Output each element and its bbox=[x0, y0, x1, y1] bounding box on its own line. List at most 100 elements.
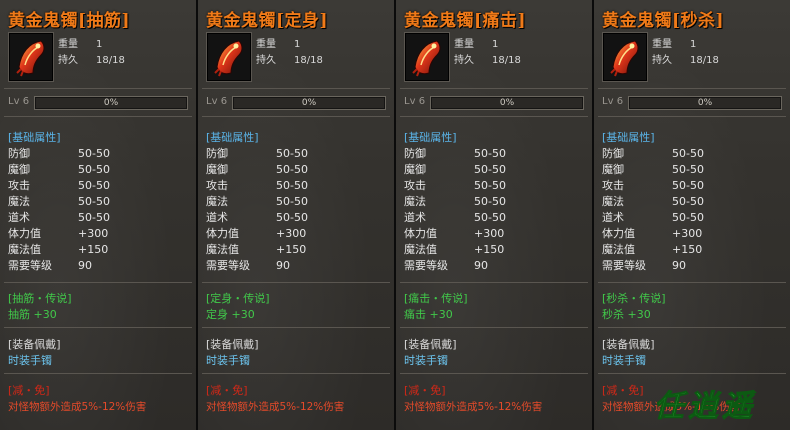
equip-value: 时装手镯 bbox=[206, 354, 250, 367]
stat-value: 50-50 bbox=[672, 211, 704, 224]
stat-value: +300 bbox=[276, 227, 307, 240]
stat-name: 魔御 bbox=[206, 163, 228, 176]
skill-header: [定身・传说] bbox=[206, 292, 270, 305]
durability-value: 18/18 bbox=[96, 55, 125, 66]
stat-value: 50-50 bbox=[78, 163, 110, 176]
weight-value: 1 bbox=[492, 39, 499, 50]
stat-row: 魔法 50-50 bbox=[602, 193, 704, 209]
level-label: Lv 6 bbox=[8, 96, 29, 107]
equip-value: 时装手镯 bbox=[404, 354, 448, 367]
stat-row: 魔法值 +150 bbox=[602, 241, 702, 257]
stat-name: 道术 bbox=[206, 211, 228, 224]
durability-label: 持久 bbox=[652, 55, 672, 66]
level-progress-bar: 0% bbox=[628, 96, 782, 110]
divider bbox=[202, 373, 390, 374]
stat-value: 50-50 bbox=[78, 195, 110, 208]
stat-name: 魔法 bbox=[602, 195, 624, 208]
stat-name: 需要等级 bbox=[602, 259, 646, 272]
equip-header: [装备佩戴] bbox=[404, 338, 457, 351]
stat-value: +300 bbox=[474, 227, 505, 240]
item-title: 黄金鬼镯[定身] bbox=[206, 11, 329, 31]
divider bbox=[598, 373, 786, 374]
stat-value: 50-50 bbox=[78, 147, 110, 160]
divider bbox=[202, 88, 390, 89]
level-value: 6 bbox=[220, 96, 228, 107]
weight-value: 1 bbox=[96, 39, 103, 50]
stat-value: 50-50 bbox=[276, 211, 308, 224]
stat-value: 90 bbox=[78, 259, 92, 272]
stat-row: 攻击 50-50 bbox=[8, 177, 110, 193]
stat-value: 50-50 bbox=[276, 163, 308, 176]
bracelet-icon[interactable] bbox=[206, 32, 252, 82]
level-prefix: Lv bbox=[8, 96, 20, 107]
durability-value: 18/18 bbox=[492, 55, 521, 66]
stat-row: 防御 50-50 bbox=[602, 145, 704, 161]
stat-value: 50-50 bbox=[276, 195, 308, 208]
stat-name: 魔御 bbox=[404, 163, 426, 176]
item-title: 黄金鬼镯[痛击] bbox=[404, 11, 527, 31]
stat-value: 50-50 bbox=[276, 147, 308, 160]
weight-label: 重量 bbox=[454, 39, 474, 50]
stat-row: 魔御 50-50 bbox=[404, 161, 506, 177]
level-label: Lv 6 bbox=[602, 96, 623, 107]
equip-value: 时装手镯 bbox=[8, 354, 52, 367]
stat-row: 攻击 50-50 bbox=[404, 177, 506, 193]
divider bbox=[400, 88, 588, 89]
stat-value: 50-50 bbox=[474, 147, 506, 160]
effect-header: [减・免] bbox=[8, 384, 50, 397]
stat-value: 50-50 bbox=[672, 147, 704, 160]
durability-row: 持久 18/18 bbox=[58, 51, 125, 66]
stat-row: 魔法值 +150 bbox=[206, 241, 306, 257]
stat-name: 防御 bbox=[8, 147, 30, 160]
stat-row: 魔法 50-50 bbox=[8, 193, 110, 209]
level-progress-bar: 0% bbox=[232, 96, 386, 110]
divider bbox=[400, 282, 588, 283]
stat-value: 50-50 bbox=[276, 179, 308, 192]
level-label: Lv 6 bbox=[404, 96, 425, 107]
stat-name: 攻击 bbox=[404, 179, 426, 192]
stat-name: 体力值 bbox=[602, 227, 635, 240]
level-prefix: Lv bbox=[404, 96, 416, 107]
stat-value: 50-50 bbox=[474, 163, 506, 176]
level-value: 6 bbox=[22, 96, 30, 107]
equip-header: [装备佩戴] bbox=[8, 338, 61, 351]
stat-value: 50-50 bbox=[474, 195, 506, 208]
bracelet-icon[interactable] bbox=[8, 32, 54, 82]
stat-row: 魔御 50-50 bbox=[8, 161, 110, 177]
stat-name: 防御 bbox=[206, 147, 228, 160]
equip-header: [装备佩戴] bbox=[602, 338, 655, 351]
skill-value: 秒杀 +30 bbox=[602, 308, 651, 321]
divider bbox=[598, 88, 786, 89]
effect-value: 对怪物额外造成5%-12%伤害 bbox=[8, 401, 147, 413]
weight-label: 重量 bbox=[652, 39, 672, 50]
stat-name: 需要等级 bbox=[404, 259, 448, 272]
stat-value: 50-50 bbox=[672, 163, 704, 176]
stat-value: 50-50 bbox=[474, 211, 506, 224]
divider bbox=[598, 327, 786, 328]
stat-name: 魔御 bbox=[8, 163, 30, 176]
weight-label: 重量 bbox=[256, 39, 276, 50]
bracelet-icon[interactable] bbox=[602, 32, 648, 82]
stat-value: +150 bbox=[672, 243, 703, 256]
stat-value: +150 bbox=[474, 243, 505, 256]
stat-row: 攻击 50-50 bbox=[602, 177, 704, 193]
divider bbox=[4, 327, 192, 328]
stat-row: 防御 50-50 bbox=[8, 145, 110, 161]
item-tooltip-panel: 黄金鬼镯[抽筋] 重量 1 持久 18/18 Lv 6 0% [基础属性] 防御 50-50 魔御 5… bbox=[0, 0, 198, 430]
level-progress-text: 0% bbox=[499, 98, 515, 108]
item-tooltips: 黄金鬼镯[抽筋] 重量 1 持久 18/18 Lv 6 0% [基础属性] 防御 50-50 魔御 5… bbox=[0, 0, 790, 430]
watermark-text: 任逍遥 bbox=[654, 389, 756, 424]
bracelet-icon[interactable] bbox=[404, 32, 450, 82]
divider bbox=[400, 327, 588, 328]
basic-attributes-header: [基础属性] bbox=[206, 131, 259, 144]
stat-row: 攻击 50-50 bbox=[206, 177, 308, 193]
stat-row: 魔法值 +150 bbox=[404, 241, 504, 257]
divider bbox=[400, 373, 588, 374]
level-progress-text: 0% bbox=[301, 98, 317, 108]
durability-row: 持久 18/18 bbox=[454, 51, 521, 66]
stat-row: 需要等级 90 bbox=[206, 257, 290, 273]
durability-value: 18/18 bbox=[294, 55, 323, 66]
skill-value: 痛击 +30 bbox=[404, 308, 453, 321]
level-prefix: Lv bbox=[206, 96, 218, 107]
skill-value: 抽筋 +30 bbox=[8, 308, 57, 321]
